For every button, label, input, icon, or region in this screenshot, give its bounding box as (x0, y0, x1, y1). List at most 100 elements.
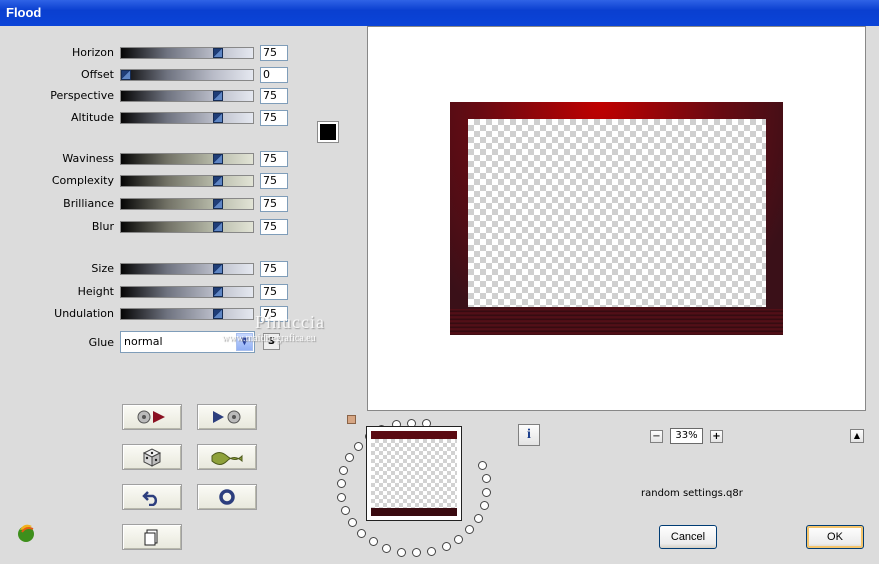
ok-button[interactable]: OK (806, 525, 864, 549)
water-band (450, 309, 783, 335)
color-swatch-fill (320, 124, 336, 140)
dial-dot[interactable] (397, 548, 406, 557)
slider-handle[interactable] (213, 264, 223, 274)
glue-select-value: normal (124, 335, 163, 348)
slider-value-field[interactable]: 75 (260, 196, 288, 212)
dial-dot[interactable] (337, 493, 346, 502)
undo-icon (142, 491, 158, 506)
slider-track[interactable] (120, 263, 254, 275)
slider-value-field[interactable]: 75 (260, 284, 288, 300)
slider-track[interactable] (120, 198, 254, 210)
dial-dot[interactable] (339, 466, 348, 475)
dial-dot[interactable] (427, 547, 436, 556)
slider-track[interactable] (120, 221, 254, 233)
page-icon (144, 529, 158, 546)
color-swatch[interactable] (317, 121, 339, 143)
zoom-in-button[interactable]: + (710, 430, 723, 443)
slider-value-field[interactable]: 75 (260, 151, 288, 167)
dial-dot[interactable] (357, 529, 366, 538)
dial-dot[interactable] (382, 544, 391, 553)
slider-track[interactable] (120, 153, 254, 165)
slider-track[interactable] (120, 47, 254, 59)
slider-label: Offset (80, 68, 114, 81)
dial-dot[interactable] (474, 514, 483, 523)
rewind-icon (137, 410, 165, 424)
dice-icon (142, 448, 162, 467)
slider-handle[interactable] (121, 70, 131, 80)
next-preset-button[interactable] (197, 404, 257, 430)
slider-label: Undulation (54, 307, 114, 320)
slider-value-field[interactable]: 75 (260, 110, 288, 126)
slider-track[interactable] (120, 69, 254, 81)
copy-button[interactable] (122, 524, 182, 550)
watermark-name: Pinuccia (255, 312, 325, 332)
thumbnail-preview[interactable] (366, 426, 462, 521)
window-title: Flood (0, 0, 879, 26)
play-disc-icon (213, 410, 241, 424)
dial-dot[interactable] (442, 542, 451, 551)
undo-button[interactable] (122, 484, 182, 510)
dial-dot[interactable] (337, 479, 346, 488)
slider-label: Size (91, 262, 114, 275)
dial-dot[interactable] (348, 518, 357, 527)
reset-button[interactable] (197, 484, 257, 510)
slider-value-field[interactable]: 75 (260, 173, 288, 189)
zoom-out-button[interactable]: − (650, 430, 663, 443)
slider-label: Horizon (71, 46, 114, 59)
randomize-button[interactable] (122, 444, 182, 470)
dial-dot[interactable] (482, 474, 491, 483)
wave-button[interactable] (197, 444, 257, 470)
slider-label: Perspective (50, 89, 114, 102)
dial-dot[interactable] (454, 535, 463, 544)
slider-track[interactable] (120, 90, 254, 102)
zoom-level: 33% (670, 428, 703, 444)
slider-handle[interactable] (213, 154, 223, 164)
slider-handle[interactable] (213, 91, 223, 101)
transparent-area (468, 119, 766, 307)
slider-value-field[interactable]: 75 (260, 261, 288, 277)
preview-frame-image (450, 102, 783, 335)
glue-label: Glue (88, 336, 114, 349)
info-icon[interactable]: i (518, 424, 540, 446)
slider-handle[interactable] (213, 287, 223, 297)
dial-dot[interactable] (412, 548, 421, 557)
slider-value-field[interactable]: 75 (260, 88, 288, 104)
slider-handle[interactable] (213, 113, 223, 123)
dial-dot[interactable] (478, 461, 487, 470)
slider-track[interactable] (120, 308, 254, 320)
slider-value-field[interactable]: 0 (260, 67, 288, 83)
slider-label: Blur (91, 220, 114, 233)
slider-handle[interactable] (213, 199, 223, 209)
slider-value-field[interactable]: 75 (260, 45, 288, 61)
collapse-up-icon[interactable]: ▲ (850, 429, 864, 443)
wave-icon (211, 452, 243, 465)
slider-track[interactable] (120, 112, 254, 124)
slider-label: Complexity (51, 174, 114, 187)
dial-dot[interactable] (465, 525, 474, 534)
dial-dot[interactable] (341, 506, 350, 515)
thumbnail-image (371, 431, 457, 516)
dial-dot[interactable] (482, 488, 491, 497)
watermark-site: www.maidiregrafica.eu (222, 333, 316, 344)
slider-label: Brilliance (63, 197, 114, 210)
dial-dot[interactable] (369, 537, 378, 546)
slider-track[interactable] (120, 175, 254, 187)
slider-handle[interactable] (213, 48, 223, 58)
dial-dot[interactable] (345, 453, 354, 462)
ring-icon (219, 489, 235, 505)
slider-handle[interactable] (213, 309, 223, 319)
slider-label: Height (77, 285, 114, 298)
dial-dot[interactable] (354, 442, 363, 451)
slider-track[interactable] (120, 286, 254, 298)
dial-dot[interactable] (480, 501, 489, 510)
slider-label: Altitude (71, 111, 114, 124)
slider-value-field[interactable]: 75 (260, 219, 288, 235)
previous-preset-button[interactable] (122, 404, 182, 430)
dial-handle[interactable] (347, 415, 356, 424)
app-logo-icon (18, 524, 34, 542)
cancel-button[interactable]: Cancel (659, 525, 717, 549)
preset-filename: random settings.q8r (641, 488, 743, 499)
slider-handle[interactable] (213, 222, 223, 232)
slider-handle[interactable] (213, 176, 223, 186)
slider-label: Waviness (62, 152, 114, 165)
